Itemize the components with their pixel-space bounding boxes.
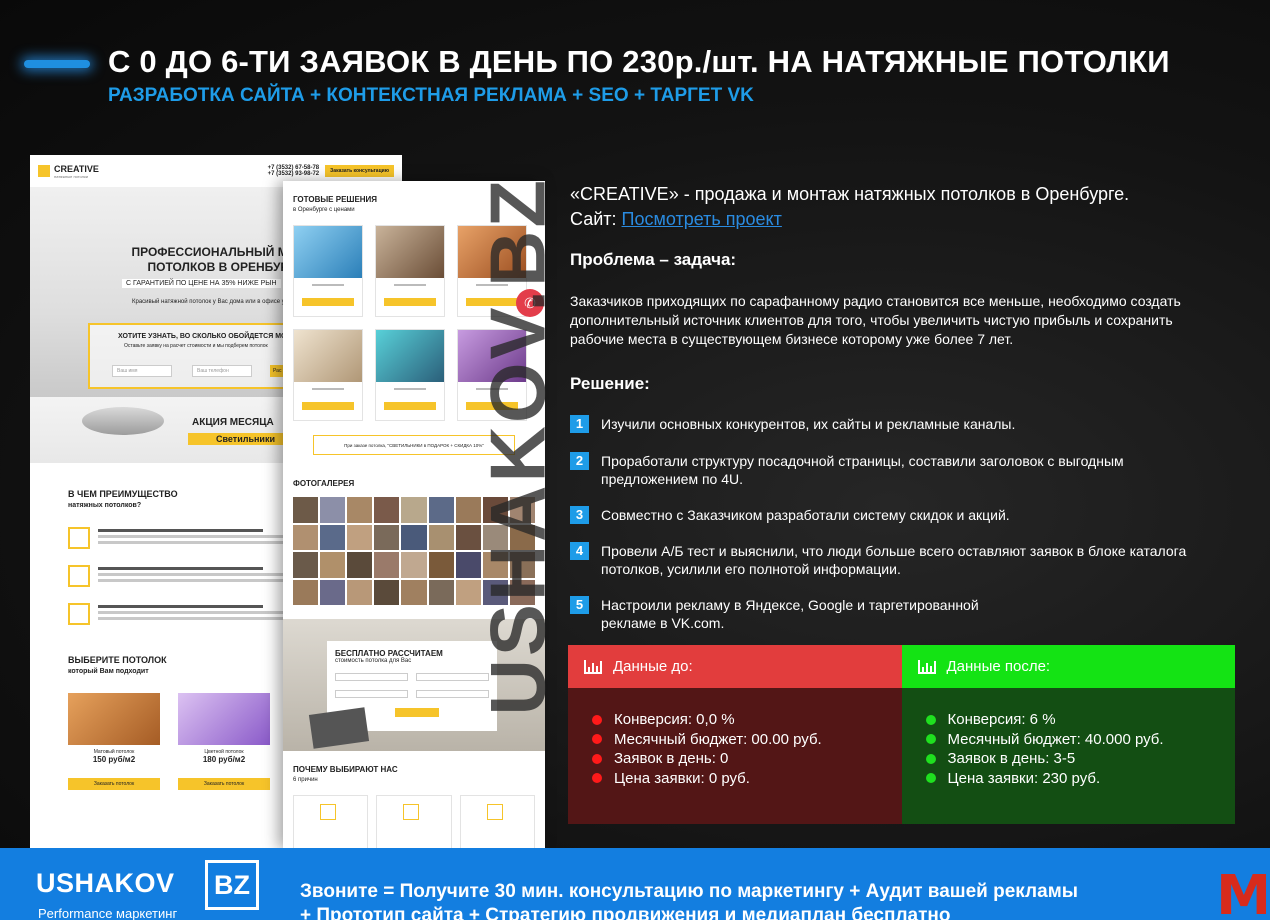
step-number: 1 — [570, 415, 589, 433]
phone-call-icon: ✆ — [516, 289, 544, 317]
ready-cta-banner: При заказе потолка, "СВЕТИЛЬНИКИ в ПОДАР… — [313, 435, 515, 455]
bar-chart-icon — [584, 659, 602, 674]
feature-icon — [68, 603, 90, 625]
bullet-icon — [592, 734, 602, 745]
mockup-brand: CREATIVE натяжные потолки — [54, 163, 99, 179]
problem-heading: Проблема – задача: — [570, 250, 737, 269]
step-number: 2 — [570, 452, 589, 470]
step-number: 5 — [570, 596, 589, 614]
stat-item: Цена заявки: 0 руб. — [592, 769, 902, 789]
mockup-card: Матовый потолок 150 руб/м2 Заказать пото… — [68, 693, 160, 790]
solution-step: 1 Изучили основных конкурентов, их сайты… — [570, 415, 1230, 433]
bullet-icon — [925, 714, 936, 725]
footer-bar: USHAKOV BZ Performance маркетинг Звоните… — [0, 848, 1270, 920]
footer-brand-sub: Performance маркетинг — [38, 906, 178, 920]
stat-item: Цена заявки: 230 руб. — [925, 769, 1236, 789]
bullet-icon — [592, 753, 602, 764]
mockup-hero-subtitle: С ГАРАНТИЕЙ ПО ЦЕНЕ НА 35% НИЖЕ РЫН — [122, 279, 281, 288]
problem-text: Заказчиков приходящих по сарафанному рад… — [570, 293, 1181, 347]
footer-brand: USHAKOV — [36, 868, 175, 898]
step-number: 3 — [570, 506, 589, 524]
stat-item: Месячный бюджет: 40.000 руб. — [925, 730, 1236, 750]
project-title: «CREATIVE» - продажа и монтаж натяжных п… — [570, 184, 1130, 229]
lamp-image — [82, 407, 164, 435]
brand-logo-icon — [38, 165, 50, 177]
feature-icon — [68, 565, 90, 587]
bar-chart-icon — [917, 659, 936, 674]
ceiling-photo — [68, 693, 160, 745]
bullet-icon — [925, 753, 936, 764]
mockup-phone-field: Ваш телефон — [192, 365, 252, 377]
stat-item: Месячный бюджет: 00.00 руб. — [592, 730, 902, 750]
footer-brand-bz: BZ — [205, 860, 259, 910]
solution-heading: Решение: — [570, 374, 650, 393]
ceiling-photo — [178, 693, 270, 745]
calc-block: БЕСПЛАТНО РАССЧИТАЕМ стоимость потолка д… — [283, 619, 545, 751]
why-us-cards — [293, 795, 535, 849]
landing-mockup-secondary: ГОТОВЫЕ РЕШЕНИЯ в Оренбурге с ценами При… — [283, 181, 545, 849]
mockup-order-button: Заказать консультацию — [325, 165, 394, 177]
calculator-image — [308, 707, 370, 749]
feature-icon — [68, 527, 90, 549]
bullet-icon — [925, 734, 936, 745]
mockup-phones: +7 (3532) 67-58-78 +7 (3532) 93-98-72 — [267, 165, 320, 177]
page-title: С 0 ДО 6-ТИ ЗАЯВОК В ДЕНЬ ПО 230р./шт. Н… — [108, 44, 1170, 79]
mockup-card: Цветной потолок 180 руб/м2 Заказать пото… — [178, 693, 270, 790]
photo-gallery-grid — [293, 497, 535, 605]
ready-solutions-grid — [293, 225, 535, 421]
stat-item: Заявок в день: 3-5 — [925, 749, 1236, 769]
footer-offer-text: Звоните = Получите 30 мин. консультацию … — [300, 881, 1078, 920]
title-accent-bar — [24, 60, 90, 68]
solution-step: 3 Совместно с Заказчиком разработали сис… — [570, 506, 1230, 524]
stat-item: Заявок в день: 0 — [592, 749, 902, 769]
page-subtitle: РАЗРАБОТКА САЙТА + КОНТЕКСТНАЯ РЕКЛАМА +… — [108, 85, 754, 106]
bullet-icon — [592, 714, 602, 725]
results-panel: Данные до: Конверсия: 0,0 % Месячный бюд… — [568, 645, 1235, 824]
after-stats: Данные после: Конверсия: 6 % Месячный бю… — [901, 645, 1236, 824]
solution-step: 4 Провели А/Б тест и выяснили, что люди … — [570, 542, 1190, 578]
bullet-icon — [592, 773, 602, 784]
project-link[interactable]: Посмотреть проект — [622, 209, 782, 229]
solution-step: 5 Настроили рекламу в Яндексе, Google и … — [570, 596, 1030, 632]
mockup-name-field: Ваш имя — [112, 365, 172, 377]
bullet-icon — [925, 773, 936, 784]
before-stats: Данные до: Конверсия: 0,0 % Месячный бюд… — [568, 645, 902, 824]
m-logo-icon: M — [1216, 874, 1266, 918]
stat-item: Конверсия: 0,0 % — [592, 710, 902, 730]
solution-step: 2 Проработали структуру посадочной стран… — [570, 452, 1180, 488]
step-number: 4 — [570, 542, 589, 560]
stat-item: Конверсия: 6 % — [925, 710, 1236, 730]
